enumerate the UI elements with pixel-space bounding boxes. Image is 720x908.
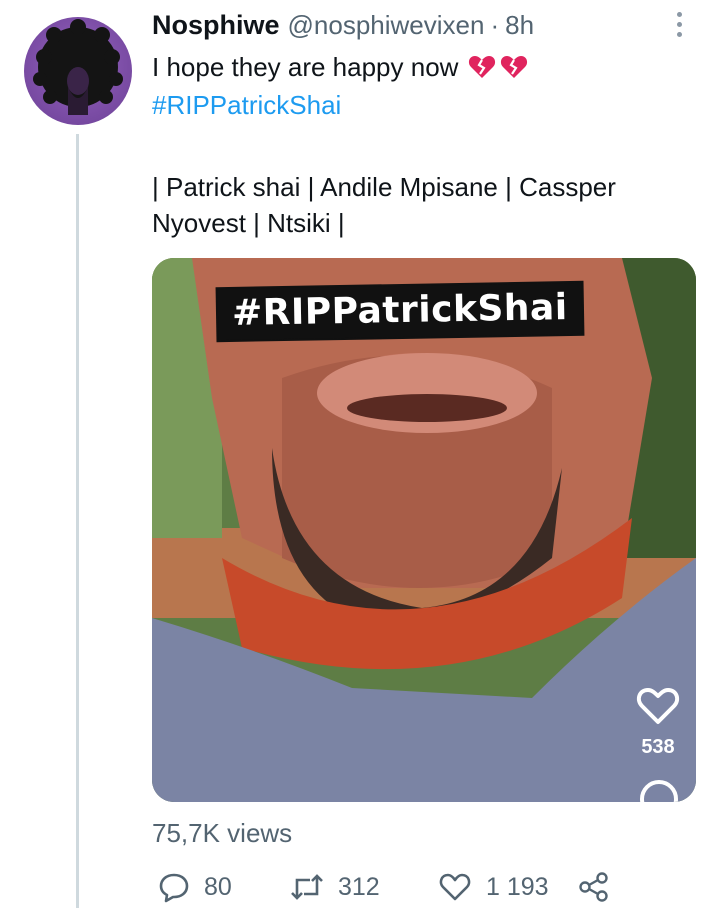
author-handle[interactable]: @nosphiwevixen: [288, 10, 485, 41]
tweet-text-line-3: | Patrick shai | Andile Mpisane | Casspe…: [152, 172, 616, 202]
retweet-count: 312: [338, 872, 380, 901]
tweet-actions: 80 312 1 193: [152, 866, 622, 908]
video-like-count: 538: [641, 736, 675, 758]
retweet-button[interactable]: 312: [290, 866, 380, 908]
author-name[interactable]: Nosphiwe: [152, 10, 280, 41]
hashtag-link[interactable]: #RIPPatrickShai: [152, 88, 341, 122]
reply-button[interactable]: 80: [158, 866, 232, 908]
like-button[interactable]: 1 193: [438, 866, 549, 908]
tweet-text-line-1: I hope they are happy now: [152, 50, 528, 84]
timestamp[interactable]: 8h: [505, 10, 534, 41]
broken-heart-icon: [469, 56, 496, 78]
afro-silhouette-icon: [33, 19, 123, 115]
avatar[interactable]: [24, 17, 132, 125]
reply-count: 80: [204, 872, 232, 901]
video-overlay-hashtag: #RIPPatrickShai: [217, 282, 583, 341]
video-media[interactable]: #RIPPatrickShai 538: [152, 258, 696, 802]
retweet-icon: [291, 874, 323, 900]
view-count: 75,7K views: [152, 818, 293, 848]
heart-icon[interactable]: [636, 686, 680, 726]
tweet-header: Nosphiwe @nosphiwevixen · 8h: [152, 10, 534, 46]
share-button[interactable]: [578, 866, 610, 908]
tweet-text-line-4: Nyovest | Ntsiki |: [152, 208, 345, 238]
more-options-icon[interactable]: [672, 12, 686, 42]
like-count: 1 193: [486, 872, 549, 901]
separator-dot: ·: [490, 10, 500, 40]
thread-line: [76, 134, 79, 908]
reply-icon: [159, 873, 189, 903]
heart-icon: [439, 873, 471, 901]
tweet-text: I hope they are happy now: [152, 52, 459, 82]
share-icon: [579, 872, 608, 902]
broken-heart-icon: [501, 56, 528, 78]
